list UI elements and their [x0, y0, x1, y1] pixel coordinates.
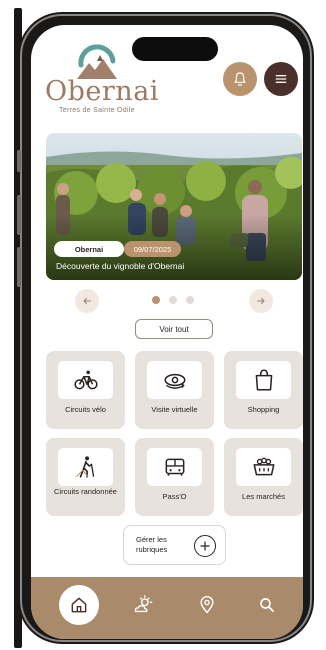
hiker-icon [75, 456, 94, 478]
location-pin-icon [200, 595, 214, 614]
event-title: Découverte du vignoble d'Obernai [56, 261, 185, 271]
shopping-bag-icon [255, 369, 272, 391]
phone-side-button [17, 247, 21, 287]
event-location-tag: Obernai [54, 241, 124, 257]
event-date-tag: 09/07/2025 [124, 241, 181, 257]
menu-button[interactable] [264, 62, 298, 96]
app-screen: Obernai Terres de Sainte Odile Obernai 0… [31, 25, 303, 639]
tile-label: Circuits vélo [65, 405, 106, 414]
nav-map[interactable] [187, 585, 227, 625]
see-all-button[interactable]: Voir tout [135, 319, 213, 339]
eye-360-icon [163, 373, 186, 389]
manage-sections-label: Gérer les rubriques [136, 535, 168, 554]
brand-tagline: Terres de Sainte Odile [59, 107, 135, 114]
menu-icon [275, 75, 287, 83]
tile-circuits-randonnee[interactable]: Circuits randonnée [46, 438, 125, 516]
carousel-dot-2[interactable] [169, 296, 177, 304]
bike-icon [73, 370, 98, 390]
tile-label: Les marchés [242, 492, 285, 501]
market-basket-icon [252, 457, 275, 476]
nav-search[interactable] [247, 585, 287, 625]
arrow-right-icon [256, 297, 265, 305]
notifications-button[interactable] [223, 62, 257, 96]
tile-label: Visite virtuelle [151, 405, 198, 414]
search-icon [260, 598, 274, 612]
bus-icon [165, 458, 184, 476]
tile-visite-virtuelle[interactable]: Visite virtuelle [135, 351, 214, 429]
phone-side-button [17, 195, 21, 235]
tile-pass-o[interactable]: Pass'O [135, 438, 214, 516]
dynamic-island [132, 37, 218, 61]
nav-weather[interactable] [123, 585, 163, 625]
weather-icon [134, 595, 153, 613]
phone-side-button [17, 150, 21, 172]
carousel-next-button[interactable] [249, 289, 273, 313]
home-icon [71, 597, 87, 613]
tile-label: Pass'O [162, 492, 187, 501]
tile-label: Circuits randonnée [54, 487, 117, 496]
nav-home[interactable] [59, 585, 99, 625]
plus-circle-icon [200, 541, 210, 551]
carousel-prev-button[interactable] [75, 289, 99, 313]
manage-sections-button[interactable]: Gérer les rubriques [123, 525, 226, 565]
tile-label: Shopping [247, 405, 280, 414]
tile-les-marches[interactable]: Les marchés [224, 438, 303, 516]
arrow-left-icon [83, 297, 92, 305]
event-card[interactable]: Obernai 09/07/2025 Découverte du vignobl… [46, 133, 302, 280]
carousel-dot-3[interactable] [186, 296, 194, 304]
tile-shopping[interactable]: Shopping [224, 351, 303, 429]
bottom-nav [31, 577, 303, 639]
tile-circuits-velo[interactable]: Circuits vélo [46, 351, 125, 429]
bell-icon [234, 72, 246, 86]
carousel-dot-1[interactable] [152, 296, 160, 304]
brand-name: Obernai [45, 76, 159, 107]
vineyard-photo [46, 133, 302, 280]
